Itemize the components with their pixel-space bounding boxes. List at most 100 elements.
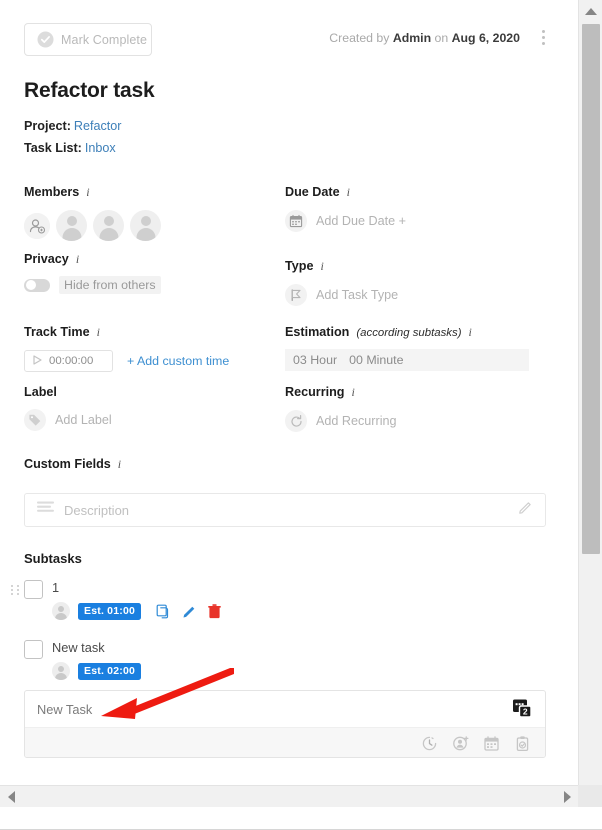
horizontal-scrollbar[interactable] bbox=[0, 785, 578, 807]
created-date: Aug 6, 2020 bbox=[451, 31, 520, 45]
members-info-icon[interactable]: i bbox=[86, 185, 89, 200]
estimation-label-row: Estimation (according subtasks) i bbox=[285, 325, 529, 340]
svg-text:2: 2 bbox=[523, 707, 528, 717]
add-custom-time-link[interactable]: + Add custom time bbox=[127, 354, 229, 368]
subtask-checkbox[interactable] bbox=[24, 640, 43, 659]
privacy-toggle-row: Hide from others bbox=[24, 276, 161, 294]
add-member-icon[interactable] bbox=[24, 212, 50, 239]
estimation-minutes: 00 Minute bbox=[349, 353, 404, 367]
subtask-name[interactable]: New task bbox=[52, 640, 105, 655]
tasklist-line: Task List: Inbox bbox=[24, 141, 116, 155]
timer-clock-icon[interactable] bbox=[421, 735, 438, 752]
type-info-icon[interactable]: i bbox=[320, 259, 323, 274]
avatar[interactable] bbox=[52, 662, 70, 680]
due-date-label-row: Due Date i bbox=[285, 185, 406, 200]
created-by-text: Created by Admin on Aug 6, 2020 bbox=[329, 31, 520, 45]
track-time-info-icon[interactable]: i bbox=[97, 325, 100, 340]
type-label-row: Type i bbox=[285, 259, 398, 274]
label-label-row: Label bbox=[24, 385, 112, 399]
avatar[interactable] bbox=[52, 602, 70, 620]
subtasks-heading: Subtasks bbox=[24, 551, 82, 566]
edit-pencil-icon[interactable] bbox=[182, 604, 197, 619]
estimation-field: Estimation (according subtasks) i 03 Hou… bbox=[285, 325, 529, 371]
new-subtask-placeholder: New Task bbox=[37, 702, 93, 717]
window-bottom-area bbox=[0, 807, 602, 830]
project-link[interactable]: Refactor bbox=[74, 119, 122, 133]
add-due-date-placeholder: Add Due Date + bbox=[316, 214, 406, 228]
add-due-date-row[interactable]: Add Due Date + bbox=[285, 210, 406, 232]
new-subtask-toolbar bbox=[25, 727, 545, 757]
recurring-label-row: Recurring i bbox=[285, 385, 397, 400]
estimation-info-icon[interactable]: i bbox=[468, 325, 471, 340]
created-author: Admin bbox=[392, 31, 432, 45]
type-label: Type bbox=[285, 259, 314, 273]
avatar[interactable] bbox=[56, 210, 87, 241]
track-time-controls: 00:00:00 + Add custom time bbox=[24, 350, 229, 372]
description-input[interactable]: Description bbox=[24, 493, 546, 527]
subtask-checkbox[interactable] bbox=[24, 580, 43, 599]
recurring-info-icon[interactable]: i bbox=[351, 385, 354, 400]
chevron-right-icon bbox=[563, 790, 571, 803]
estimation-hours: 03 Hour bbox=[293, 353, 338, 367]
privacy-toggle-text: Hide from others bbox=[59, 276, 161, 294]
custom-fields-info-icon[interactable]: i bbox=[118, 457, 121, 472]
new-subtask-input-area[interactable]: New Task 2 bbox=[25, 691, 545, 727]
vertical-scrollbar[interactable] bbox=[578, 0, 602, 800]
scroll-right-button[interactable] bbox=[556, 786, 578, 807]
add-label-placeholder: Add Label bbox=[55, 413, 112, 427]
track-time-label-row: Track Time i bbox=[24, 325, 229, 340]
avatar[interactable] bbox=[130, 210, 161, 241]
checklist-clipboard-icon[interactable] bbox=[514, 735, 531, 752]
subtask-name[interactable]: 1 bbox=[52, 580, 59, 595]
privacy-info-icon[interactable]: i bbox=[76, 252, 79, 267]
estimation-value-box[interactable]: 03 Hour 00 Minute bbox=[285, 349, 529, 371]
scrollbar-corner bbox=[578, 785, 602, 807]
tag-icon bbox=[24, 409, 46, 431]
play-icon bbox=[33, 352, 42, 370]
members-label-row: Members i bbox=[24, 185, 161, 200]
text-lines-icon bbox=[37, 501, 54, 519]
calendar-icon[interactable] bbox=[483, 735, 500, 752]
scroll-left-button[interactable] bbox=[0, 786, 22, 807]
custom-fields-label-row: Custom Fields i bbox=[24, 457, 121, 472]
subtask-actions bbox=[156, 603, 221, 619]
mark-complete-label: Mark Complete bbox=[61, 32, 148, 47]
add-task-type-row[interactable]: Add Task Type bbox=[285, 284, 398, 306]
recurring-field: Recurring i Add Recurring bbox=[285, 385, 397, 432]
type-field: Type i Add Task Type bbox=[285, 259, 398, 306]
mark-complete-button[interactable]: Mark Complete bbox=[24, 23, 152, 56]
privacy-field: Privacy i Hide from others bbox=[24, 252, 161, 294]
scroll-up-button[interactable] bbox=[579, 0, 602, 22]
label-field: Label Add Label bbox=[24, 385, 112, 431]
add-recurring-placeholder: Add Recurring bbox=[316, 414, 397, 428]
track-time-label: Track Time bbox=[24, 325, 90, 339]
edit-pencil-icon[interactable] bbox=[518, 500, 533, 520]
new-subtask-composer[interactable]: New Task 2 bbox=[24, 690, 546, 758]
estimation-label: Estimation bbox=[285, 325, 350, 339]
custom-fields-label: Custom Fields bbox=[24, 457, 111, 471]
more-options-icon[interactable] bbox=[534, 26, 552, 48]
members-field: Members i bbox=[24, 185, 161, 241]
drag-handle-icon[interactable] bbox=[11, 585, 19, 595]
due-date-info-icon[interactable]: i bbox=[347, 185, 350, 200]
description-placeholder: Description bbox=[64, 502, 130, 518]
calendar-icon bbox=[285, 210, 307, 232]
tasklist-link[interactable]: Inbox bbox=[85, 141, 116, 155]
copy-icon[interactable] bbox=[156, 604, 171, 619]
subtask-count-badge-icon[interactable]: 2 bbox=[510, 696, 534, 720]
vertical-scrollbar-thumb[interactable] bbox=[582, 24, 600, 554]
add-label-row[interactable]: Add Label bbox=[24, 409, 112, 431]
timer-box[interactable]: 00:00:00 bbox=[24, 350, 113, 372]
chevron-left-icon bbox=[7, 790, 15, 803]
delete-trash-icon[interactable] bbox=[208, 603, 221, 619]
privacy-toggle[interactable] bbox=[24, 278, 50, 292]
members-label: Members bbox=[24, 185, 80, 199]
estimate-badge: Est. 01:00 bbox=[78, 602, 142, 620]
timer-value: 00:00:00 bbox=[49, 355, 94, 367]
custom-fields-field: Custom Fields i bbox=[24, 457, 121, 472]
assign-user-icon[interactable] bbox=[452, 735, 469, 752]
privacy-label-row: Privacy i bbox=[24, 252, 161, 267]
subtask-meta: Est. 02:00 bbox=[52, 662, 142, 680]
add-recurring-row[interactable]: Add Recurring bbox=[285, 410, 397, 432]
avatar[interactable] bbox=[93, 210, 124, 241]
